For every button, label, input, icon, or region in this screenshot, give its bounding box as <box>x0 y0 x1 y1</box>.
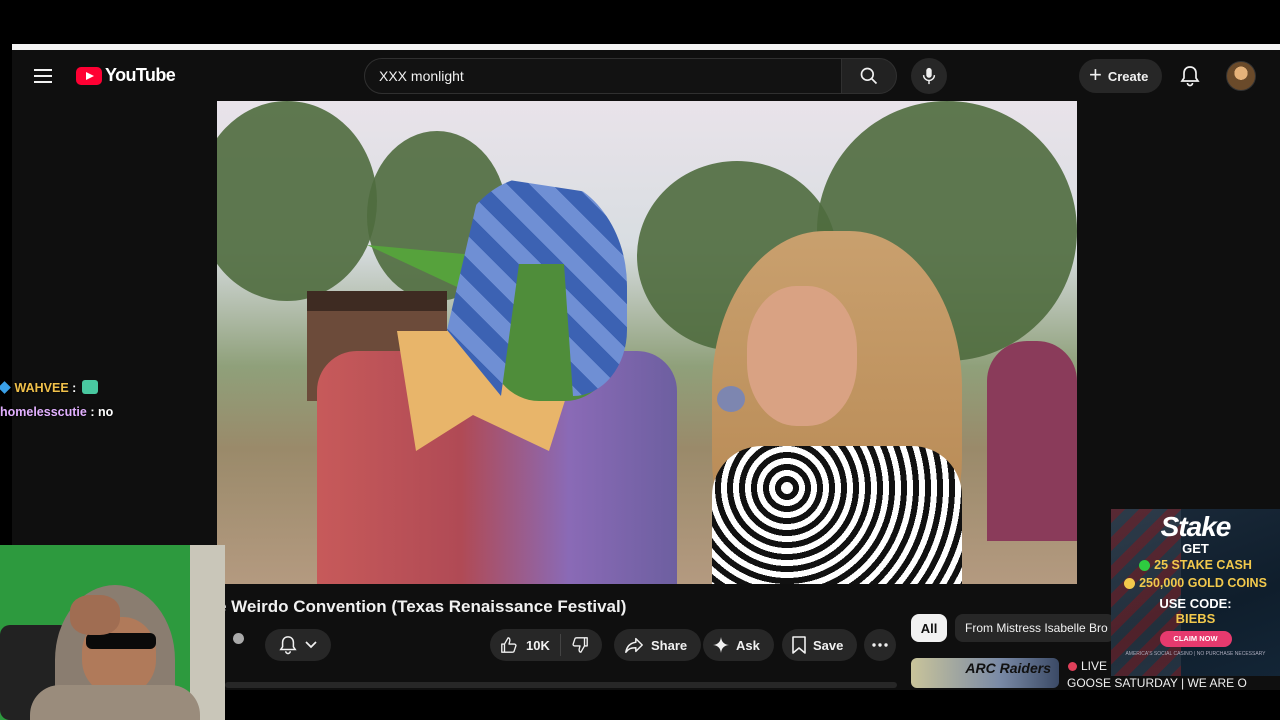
scene-tree <box>217 101 377 301</box>
thumbs-up-icon <box>501 637 517 653</box>
share-button[interactable]: Share <box>614 629 702 661</box>
notifications-button[interactable] <box>1177 63 1203 89</box>
bookmark-icon <box>792 636 806 654</box>
create-label: Create <box>1107 68 1149 84</box>
ask-button[interactable]: Ask <box>703 629 774 661</box>
search-input[interactable]: XXX monlight <box>364 58 842 94</box>
ad-offer-text: 25 STAKE CASH <box>1154 558 1252 572</box>
bell-icon <box>279 636 297 655</box>
top-black-bar <box>0 0 1280 44</box>
chat-username: WAHVEE <box>14 381 69 395</box>
webcam-wall <box>190 545 225 720</box>
live-label: LIVE <box>1081 659 1108 673</box>
scene-background-person <box>987 341 1077 541</box>
webcam-sunglasses <box>86 633 156 649</box>
gold-coin-icon <box>1124 577 1136 589</box>
video-title: e Weirdo Convention (Texas Renaissance F… <box>217 597 627 616</box>
streamer-webcam <box>0 545 225 720</box>
filter-chip-all[interactable]: All <box>911 614 947 642</box>
ad-claim-button: CLAIM NOW <box>1159 631 1232 647</box>
video-player[interactable] <box>217 101 1077 584</box>
account-avatar[interactable] <box>1226 61 1256 91</box>
share-icon <box>625 637 643 654</box>
microphone-icon <box>922 67 936 85</box>
youtube-play-icon <box>76 66 102 85</box>
chat-message: WAHVEE : <box>0 376 113 400</box>
recommended-thumbnail[interactable]: ARC Raiders <box>911 658 1059 688</box>
interviewer-face <box>747 286 857 426</box>
search-input-value: XXX monlight <box>379 68 464 84</box>
recommended-title[interactable]: GOOSE SATURDAY | WE ARE O <box>1067 676 1247 690</box>
bell-icon <box>1180 66 1200 87</box>
save-label: Save <box>813 637 844 653</box>
menu-icon[interactable] <box>34 69 52 83</box>
more-actions-button[interactable] <box>864 629 896 661</box>
stake-cash-coin-icon <box>1139 559 1151 571</box>
stream-chat-overlay: WAHVEE : homelesscutie : no <box>0 376 113 424</box>
handheld-microphone <box>717 386 745 412</box>
voice-search-button[interactable] <box>911 58 947 94</box>
chat-badge-icon <box>0 381 11 394</box>
plus-icon: + <box>1089 62 1102 87</box>
live-indicator: LIVE <box>1068 659 1107 673</box>
ad-get-text: GET <box>1182 541 1209 556</box>
live-dot-icon <box>1068 661 1077 671</box>
ad-brand-logo: Stake <box>1160 511 1232 542</box>
chat-message: homelesscutie : no <box>0 405 114 419</box>
save-button[interactable]: Save <box>782 629 858 661</box>
webcam-hand <box>70 595 120 635</box>
share-label: Share <box>651 637 688 653</box>
ad-offer-line: 25 STAKE CASH <box>1111 556 1280 574</box>
sparkle-icon <box>713 637 729 653</box>
like-button[interactable]: 10K <box>490 634 561 656</box>
ask-label: Ask <box>736 637 760 653</box>
filter-chip-from-channel[interactable]: From Mistress Isabelle Bro <box>955 614 1115 642</box>
chat-text: no <box>97 405 114 419</box>
dislike-button[interactable] <box>561 636 599 654</box>
chevron-down-icon <box>305 641 317 649</box>
description-box-edge <box>225 682 897 688</box>
chat-username: homelesscutie <box>0 405 87 419</box>
subscription-bell-button[interactable] <box>265 629 331 661</box>
thumbnail-text: ARC Raiders <box>965 660 1051 676</box>
ad-promo-code: BIEBS <box>1175 611 1216 626</box>
like-count: 10K <box>526 637 550 653</box>
interviewer-dress <box>712 446 962 584</box>
youtube-logo[interactable]: YouTube <box>76 65 176 86</box>
ad-use-code-label: USE CODE: <box>1159 596 1232 611</box>
verified-icon <box>233 633 244 644</box>
ad-offer-line: 250,000 GOLD COINS <box>1111 574 1280 592</box>
webcam-shirt <box>30 685 200 720</box>
emote-icon <box>81 380 98 394</box>
ad-fine-print: AMERICA'S SOCIAL CASINO | NO PURCHASE NE… <box>1125 651 1266 657</box>
like-dislike-group: 10K <box>490 629 602 661</box>
sponsor-ad-overlay: Stake GET 25 STAKE CASH 250,000 GOLD COI… <box>1111 509 1280 676</box>
logo-text: YouTube <box>105 65 176 85</box>
more-horizontal-icon <box>872 643 888 647</box>
thumbs-down-icon <box>572 637 588 653</box>
ad-offer-text: 250,000 GOLD COINS <box>1139 576 1267 590</box>
search-icon <box>860 67 878 85</box>
search-button[interactable] <box>841 58 897 94</box>
create-button[interactable]: + Create <box>1079 59 1163 93</box>
